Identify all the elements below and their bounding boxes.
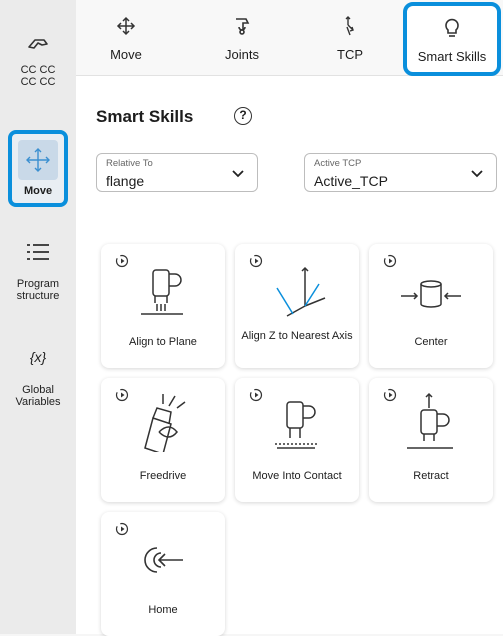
sidebar-item-global-variables[interactable]: Global Variables bbox=[0, 384, 76, 408]
skill-card-home[interactable]: Home bbox=[101, 512, 225, 636]
tab-tcp-label: TCP bbox=[337, 47, 363, 62]
sidebar-item-program-structure[interactable]: Program structure bbox=[0, 278, 76, 302]
skill-card-freedrive[interactable]: Freedrive bbox=[101, 378, 225, 502]
global-variables-line2: Variables bbox=[15, 396, 61, 408]
sidebar-item-cc-line1: CC CC bbox=[20, 64, 56, 76]
relative-to-value: flange bbox=[106, 173, 145, 189]
skill-card-retract[interactable]: Retract bbox=[369, 378, 493, 502]
skill-card-center[interactable]: Center bbox=[369, 244, 493, 368]
page-title: Smart Skills bbox=[96, 107, 194, 126]
program-structure-line2: structure bbox=[16, 290, 60, 302]
move-into-contact-icon bbox=[275, 401, 317, 449]
freedrive-icon bbox=[144, 394, 186, 452]
active-tcp-select[interactable]: Active TCP Active_TCP bbox=[304, 153, 497, 192]
sidebar-item-cc-line2: CC CC bbox=[20, 76, 56, 88]
sidebar-item-cc[interactable]: CC CC CC CC bbox=[0, 64, 76, 88]
sidebar: CC CC CC CC Move Program structure {x} G… bbox=[0, 0, 76, 634]
active-tcp-value: Active_TCP bbox=[314, 173, 388, 189]
tab-tcp[interactable]: TCP bbox=[300, 0, 400, 75]
align-to-plane-icon bbox=[141, 269, 183, 315]
tab-smart-skills[interactable]: Smart Skills bbox=[403, 2, 501, 76]
move-arrows-icon bbox=[26, 148, 50, 172]
global-variables-icon[interactable]: {x} bbox=[0, 349, 76, 365]
tab-move-label: Move bbox=[110, 47, 142, 62]
skill-label: Home bbox=[148, 604, 178, 616]
top-tab-bar: Move Joints TCP Smart Skills bbox=[76, 0, 503, 76]
align-z-icon bbox=[276, 266, 326, 317]
relative-to-label: Relative To bbox=[106, 158, 153, 169]
move-icon bbox=[76, 14, 176, 38]
home-icon bbox=[144, 547, 183, 573]
relative-to-select[interactable]: Relative To flange bbox=[96, 153, 258, 192]
joints-icon bbox=[192, 14, 292, 38]
sidebar-item-move[interactable]: Move bbox=[8, 130, 68, 207]
chevron-down-icon bbox=[232, 170, 244, 178]
program-structure-icon[interactable] bbox=[0, 242, 76, 265]
skill-label: Align to Plane bbox=[129, 336, 197, 348]
active-tcp-label: Active TCP bbox=[314, 158, 362, 169]
program-structure-line1: Program bbox=[16, 278, 60, 290]
global-variables-line1: Global bbox=[22, 384, 54, 396]
move-icon-bg bbox=[18, 140, 58, 180]
skill-label: Retract bbox=[413, 470, 449, 482]
sidebar-item-move-label: Move bbox=[23, 185, 53, 197]
tab-smart-skills-label: Smart Skills bbox=[417, 49, 487, 64]
tab-joints[interactable]: Joints bbox=[192, 0, 292, 75]
tab-move[interactable]: Move bbox=[76, 0, 176, 75]
help-icon[interactable]: ? bbox=[234, 107, 252, 125]
smart-skills-panel: Smart Skills ? Relative To flange Active… bbox=[76, 76, 503, 636]
center-icon bbox=[401, 280, 461, 308]
skill-label: Align Z to Nearest Axis bbox=[241, 330, 353, 342]
lightbulb-icon bbox=[407, 16, 497, 40]
tcp-icon bbox=[300, 14, 400, 38]
skill-card-align-z[interactable]: Align Z to Nearest Axis bbox=[235, 244, 359, 368]
retract-icon bbox=[407, 392, 453, 449]
skill-label: Center bbox=[414, 336, 448, 348]
skill-card-align-to-plane[interactable]: Align to Plane bbox=[101, 244, 225, 368]
skill-label: Move Into Contact bbox=[252, 470, 342, 482]
tab-joints-label: Joints bbox=[225, 47, 259, 62]
skill-label: Freedrive bbox=[139, 470, 187, 482]
robot-icon[interactable] bbox=[0, 36, 76, 55]
chevron-down-icon bbox=[471, 170, 483, 178]
skill-card-move-into-contact[interactable]: Move Into Contact bbox=[235, 378, 359, 502]
